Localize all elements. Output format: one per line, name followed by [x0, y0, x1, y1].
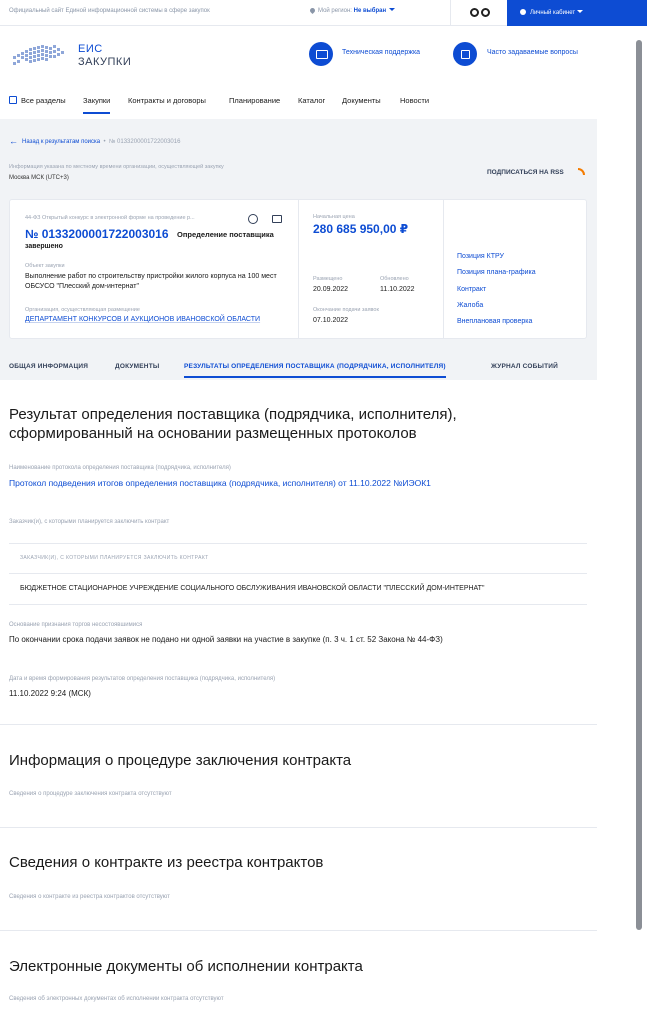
divider	[9, 604, 587, 605]
mail-icon[interactable]	[309, 42, 333, 66]
purchase-summary-panel: ← Назад к результатам поиска • № 01332000…	[0, 119, 597, 380]
customers-table-header: ЗАКАЗЧИК(И), С КОТОРЫМИ ПЛАНИРУЕТСЯ ЗАКЛ…	[20, 555, 209, 561]
print-icon[interactable]	[272, 215, 282, 223]
divider	[298, 200, 299, 338]
tab-general-info[interactable]: ОБЩАЯ ИНФОРМАЦИЯ	[9, 363, 88, 370]
nav-all-sections[interactable]: Все разделы	[21, 96, 66, 105]
link-ktru[interactable]: Позиция КТРУ	[457, 253, 504, 260]
divider	[443, 200, 444, 338]
customers-label: Заказчик(и), с которыми планируется закл…	[9, 519, 170, 525]
purchase-status: завершено	[25, 243, 63, 250]
datetime-label: Дата и время формирования результатов оп…	[9, 676, 276, 682]
link-plan-schedule[interactable]: Позиция плана-графика	[457, 269, 536, 276]
arrow-left-icon[interactable]: ←	[9, 136, 18, 146]
link-unplanned-check[interactable]: Внеплановая проверка	[457, 318, 532, 325]
sections-grid-icon[interactable]	[9, 96, 17, 104]
breadcrumb-current: № 0133200001722003016	[108, 139, 181, 145]
reason-label: Основание признания торгов несостоявшими…	[9, 622, 143, 628]
rss-icon[interactable]	[578, 168, 585, 175]
logo-line1: ЕИС	[78, 43, 103, 55]
updated-value: 11.10.2022	[380, 286, 415, 293]
section-divider	[0, 930, 597, 931]
timezone-value: Москва МСК (UTC+3)	[9, 175, 69, 181]
purchase-card: 44-ФЗ Открытый конкурс в электронной фор…	[9, 199, 587, 339]
chevron-down-icon	[389, 8, 396, 11]
region-selector[interactable]: Мой регион: Не выбран	[308, 6, 396, 15]
breadcrumb: ← Назад к результатам поиска • № 01332000…	[9, 136, 181, 146]
posted-label: Размещено	[313, 276, 343, 282]
section-divider	[0, 724, 597, 725]
customers-table-row: БЮДЖЕТНОЕ СТАЦИОНАРНОЕ УЧРЕЖДЕНИЕ СОЦИАЛ…	[20, 585, 485, 592]
divider	[9, 543, 587, 544]
purchase-tabs: ОБЩАЯ ИНФОРМАЦИЯ ДОКУМЕНТЫ РЕЗУЛЬТАТЫ ОП…	[0, 355, 597, 379]
section-divider	[0, 827, 597, 828]
nav-documents[interactable]: Документы	[342, 96, 381, 105]
object-label: Объект закупки	[25, 263, 65, 269]
location-pin-icon	[308, 6, 317, 15]
nav-news[interactable]: Новости	[400, 96, 429, 105]
logo-text[interactable]: ЕИС ЗАКУПКИ	[78, 43, 131, 69]
purchase-number-link[interactable]: № 0133200001722003016	[25, 227, 169, 241]
datetime-value: 11.10.2022 9:24 (МСК)	[9, 689, 91, 698]
registry-title: Сведения о контракте из реестра контракт…	[9, 854, 324, 871]
procedure-note: Сведения о процедуре заключения контракт…	[9, 791, 172, 797]
faq-icon[interactable]	[453, 42, 477, 66]
support-link[interactable]: Техническая поддержка	[342, 49, 420, 56]
personal-cabinet-label: Личный кабинет	[530, 10, 576, 16]
edocs-title: Электронные документы об исполнении конт…	[9, 958, 363, 975]
vertical-scrollbar[interactable]	[636, 40, 642, 930]
edit-icon[interactable]	[248, 214, 258, 224]
site-header: ЕИС ЗАКУПКИ Техническая поддержка Часто …	[0, 27, 600, 83]
link-contract[interactable]: Контракт	[457, 286, 486, 293]
divider	[450, 0, 451, 26]
logo-line2: ЗАКУПКИ	[78, 56, 132, 68]
protocol-label: Наименование протокола определения поста…	[9, 465, 231, 471]
user-icon	[520, 9, 526, 15]
deadline-label: Окончание подачи заявок	[313, 307, 379, 313]
region-value[interactable]: Не выбран	[354, 8, 386, 14]
back-to-results-link[interactable]: Назад к результатам поиска	[22, 139, 100, 145]
timezone-note: Информация указана по местному времени о…	[9, 164, 224, 170]
top-bar: Официальный сайт Единой информационной с…	[0, 0, 647, 26]
rss-subscribe-link[interactable]: ПОДПИСАТЬСЯ НА RSS	[487, 169, 564, 176]
updated-label: Обновлено	[380, 276, 409, 282]
procedure-kind: 44-ФЗ Открытый конкурс в электронной фор…	[25, 215, 195, 221]
nav-planning[interactable]: Планирование	[229, 96, 280, 105]
deadline-value: 07.10.2022	[313, 317, 349, 324]
purchase-stage: Определение поставщика	[177, 230, 274, 239]
logo-map-icon[interactable]	[11, 42, 69, 68]
official-site-text: Официальный сайт Единой информационной с…	[9, 8, 210, 14]
object-value: Выполнение работ по строительству пристр…	[25, 273, 277, 290]
org-label: Организация, осуществляющая размещение	[25, 307, 140, 313]
main-nav: Все разделы Закупки Контракты и договоры…	[0, 90, 597, 118]
nav-purchases[interactable]: Закупки	[83, 96, 111, 114]
tab-event-log[interactable]: ЖУРНАЛ СОБЫТИЙ	[491, 363, 558, 370]
nav-catalog[interactable]: Каталог	[298, 96, 325, 105]
tab-documents[interactable]: ДОКУМЕНТЫ	[115, 363, 159, 370]
result-title: Результат определения поставщика (подряд…	[9, 406, 457, 442]
divider	[9, 573, 587, 574]
posted-value: 20.09.2022	[313, 286, 349, 293]
nav-contracts[interactable]: Контракты и договоры	[128, 96, 206, 105]
price-label: Начальная цена	[313, 214, 355, 220]
registry-note: Сведения о контракте из реестра контракт…	[9, 894, 170, 900]
edocs-note: Сведения об электронных документах об ис…	[9, 996, 224, 1002]
accessibility-glasses-icon[interactable]	[470, 8, 492, 18]
faq-link[interactable]: Часто задаваемые вопросы	[487, 49, 578, 56]
chevron-down-icon	[577, 10, 584, 13]
price-value: 280 685 950,00 ₽	[313, 222, 409, 236]
org-link[interactable]: ДЕПАРТАМЕНТ КОНКУРСОВ И АУКЦИОНОВ ИВАНОВ…	[25, 316, 260, 323]
region-label: Мой регион:	[318, 8, 352, 14]
tab-supplier-results[interactable]: РЕЗУЛЬТАТЫ ОПРЕДЕЛЕНИЯ ПОСТАВЩИКА (ПОДРЯ…	[184, 363, 446, 378]
reason-value: По окончании срока подачи заявок не пода…	[9, 635, 443, 644]
procedure-title: Информация о процедуре заключения контра…	[9, 752, 352, 769]
link-complaint[interactable]: Жалоба	[457, 302, 483, 309]
protocol-link[interactable]: Протокол подведения итогов определения п…	[9, 478, 479, 489]
personal-cabinet-button[interactable]: Личный кабинет	[507, 0, 647, 26]
